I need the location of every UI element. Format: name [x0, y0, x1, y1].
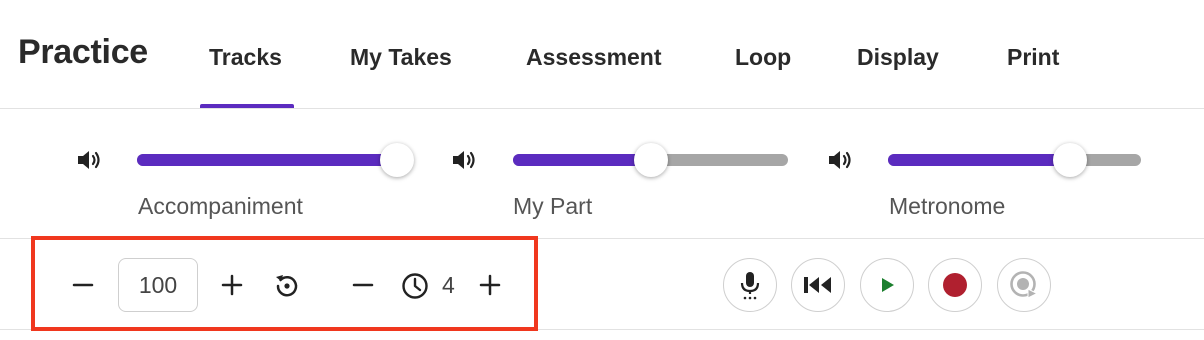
slider-fill [513, 154, 651, 166]
play-icon [882, 278, 894, 292]
my-part-volume-slider[interactable] [513, 140, 788, 180]
record-playback-icon [1010, 271, 1039, 299]
tab-tracks[interactable]: Tracks [209, 44, 282, 71]
record-icon [943, 273, 967, 297]
slider-thumb[interactable] [1053, 143, 1087, 177]
accompaniment-volume-slider[interactable] [137, 140, 414, 180]
tempo-input[interactable]: 100 [118, 258, 198, 312]
volume-icon[interactable] [75, 148, 103, 172]
plus-icon [221, 274, 243, 296]
page-title: Practice [18, 33, 148, 71]
track-label-accompaniment: Accompaniment [138, 193, 303, 219]
microphone-icon [740, 272, 760, 300]
minus-icon [72, 283, 94, 287]
clock-icon [402, 273, 428, 299]
transport-controls: 100 4 [0, 239, 1204, 330]
skip-to-start-icon [804, 277, 831, 293]
metronome-volume-slider[interactable] [888, 140, 1141, 180]
count-in-increase-button[interactable] [475, 270, 505, 300]
track-label-my-part: My Part [513, 193, 593, 219]
track-label-metronome: Metronome [889, 193, 1006, 219]
tab-loop[interactable]: Loop [735, 44, 791, 71]
slider-fill [137, 154, 397, 166]
slider-thumb[interactable] [634, 143, 668, 177]
record-button[interactable] [928, 258, 982, 312]
record-playback-button[interactable] [997, 258, 1051, 312]
plus-icon [479, 274, 501, 296]
active-tab-indicator [200, 104, 294, 108]
play-button[interactable] [860, 258, 914, 312]
slider-fill [888, 154, 1070, 166]
tab-print[interactable]: Print [1007, 44, 1059, 71]
count-in-decrease-button[interactable] [348, 270, 378, 300]
count-in-value: 4 [442, 272, 455, 298]
tempo-increase-button[interactable] [217, 270, 247, 300]
slider-thumb[interactable] [380, 143, 414, 177]
skip-to-start-button[interactable] [791, 258, 845, 312]
header-bar: Practice Tracks My Takes Assessment Loop… [0, 0, 1204, 109]
volume-icon[interactable] [826, 148, 854, 172]
reset-icon [276, 275, 298, 297]
tab-my-takes[interactable]: My Takes [350, 44, 452, 71]
volume-icon[interactable] [450, 148, 478, 172]
minus-icon [352, 283, 374, 287]
tab-assessment[interactable]: Assessment [526, 44, 662, 71]
tab-display[interactable]: Display [857, 44, 939, 71]
microphone-button[interactable] [723, 258, 777, 312]
reset-tempo-button[interactable] [271, 270, 303, 300]
tempo-decrease-button[interactable] [68, 270, 98, 300]
